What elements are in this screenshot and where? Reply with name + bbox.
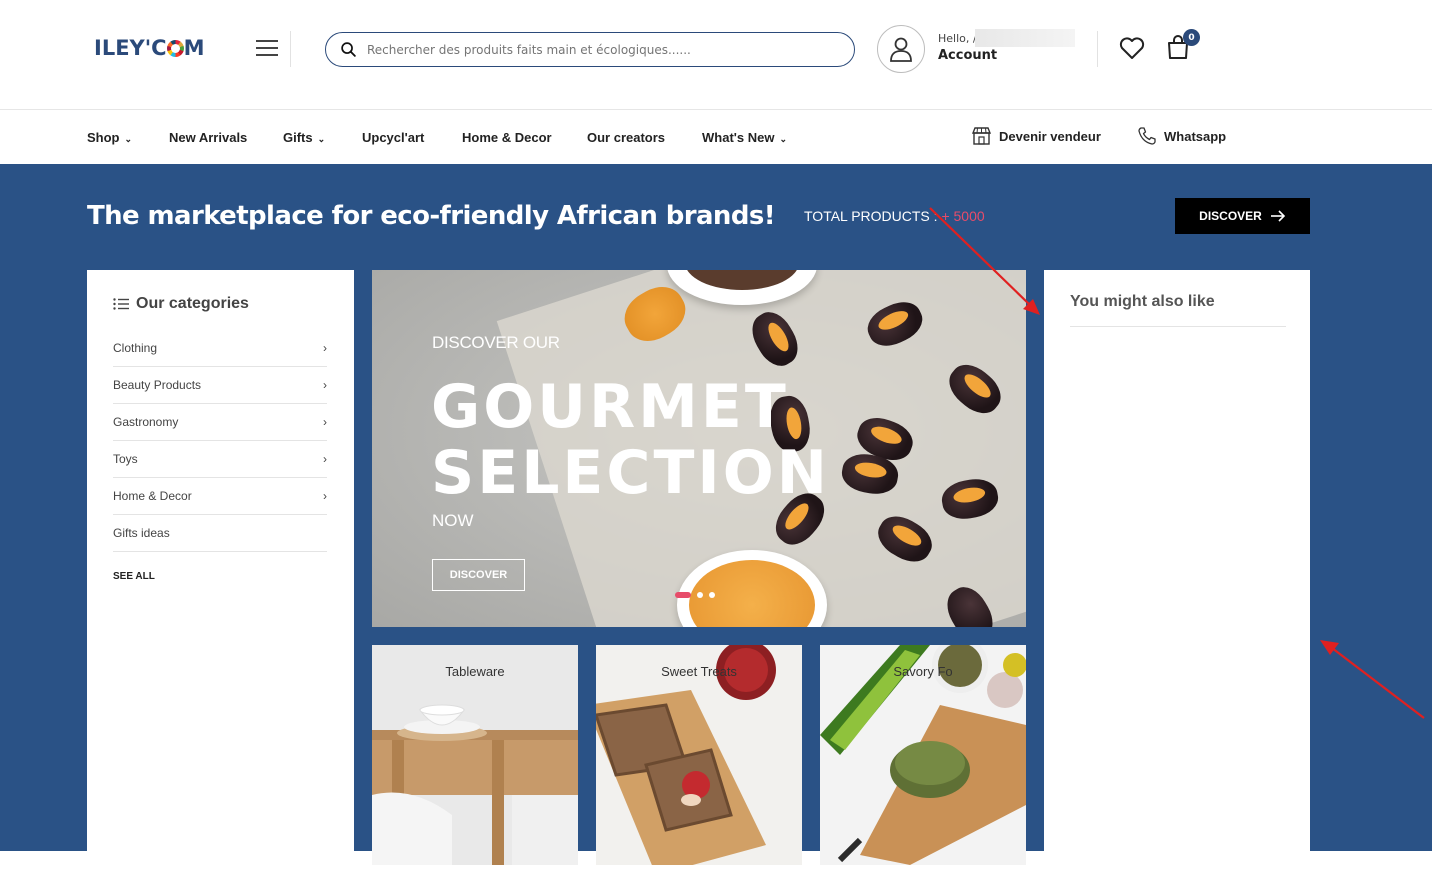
categories-panel: Our categories Clothing › Beauty Products… bbox=[87, 270, 354, 870]
chevron-down-icon: ⌄ bbox=[124, 134, 133, 144]
cart-count-badge: 0 bbox=[1183, 29, 1200, 46]
become-seller-link[interactable]: Devenir vendeur bbox=[971, 126, 1101, 146]
tile-label: Savory Fo bbox=[893, 664, 953, 679]
total-products-value: + 5000 bbox=[941, 208, 985, 224]
nav-our-creators[interactable]: Our creators bbox=[587, 130, 665, 145]
nav-new-arrivals[interactable]: New Arrivals bbox=[169, 130, 247, 145]
site-logo[interactable]: ILEY'C M bbox=[94, 36, 205, 60]
store-icon bbox=[971, 127, 992, 145]
search-bar[interactable] bbox=[325, 32, 855, 67]
username-redacted bbox=[975, 29, 1075, 47]
arrow-right-icon bbox=[1270, 210, 1285, 222]
total-products: TOTAL PRODUCTS : + 5000 bbox=[804, 208, 985, 224]
account-link[interactable]: Account bbox=[938, 48, 997, 63]
hero-title: The marketplace for eco-friendly African… bbox=[87, 201, 776, 231]
phone-icon bbox=[1138, 127, 1156, 145]
chevron-right-icon: › bbox=[323, 341, 327, 355]
slide-headline-line2: SELECTION bbox=[431, 438, 830, 508]
main-navigation: Shop ⌄ New Arrivals Gifts ⌄ Upcycl'art Hom… bbox=[0, 111, 1432, 164]
divider bbox=[290, 31, 291, 67]
category-tile-savory-food[interactable]: Savory Fo bbox=[820, 645, 1026, 865]
category-item-gastronomy[interactable]: Gastronomy › bbox=[113, 404, 327, 441]
slide-headline: GOURMET SELECTION bbox=[431, 374, 830, 506]
you-might-also-like-title: You might also like bbox=[1070, 293, 1215, 310]
hero-section: The marketplace for eco-friendly African… bbox=[0, 164, 1432, 870]
user-avatar-icon[interactable] bbox=[877, 25, 925, 73]
chevron-down-icon: ⌄ bbox=[317, 134, 326, 144]
you-might-also-like-panel: You might also like bbox=[1044, 270, 1310, 870]
tile-label: Tableware bbox=[445, 664, 505, 679]
slide-discover-button[interactable]: DISCOVER bbox=[432, 559, 525, 591]
category-item-home-decor[interactable]: Home & Decor › bbox=[113, 478, 327, 515]
chevron-right-icon: › bbox=[323, 452, 327, 466]
nav-shop[interactable]: Shop ⌄ bbox=[87, 130, 132, 145]
wishlist-heart-icon[interactable] bbox=[1119, 36, 1145, 64]
slider-dot-1[interactable] bbox=[675, 592, 691, 598]
hero-slider[interactable]: DISCOVER OUR GOURMET SELECTION NOW DISCO… bbox=[372, 270, 1026, 627]
nav-upcyclart[interactable]: Upcycl'art bbox=[362, 130, 424, 145]
divider bbox=[1070, 326, 1286, 327]
slider-dot-2[interactable] bbox=[697, 592, 703, 598]
logo-text: ILEY'C bbox=[94, 36, 167, 60]
menu-hamburger-icon[interactable] bbox=[256, 40, 278, 56]
site-header: ILEY'C M Hello, / Account 0 bbox=[0, 0, 1432, 110]
whatsapp-link[interactable]: Whatsapp bbox=[1137, 126, 1226, 146]
category-item-toys[interactable]: Toys › bbox=[113, 441, 327, 478]
chevron-right-icon: › bbox=[323, 415, 327, 429]
nav-gifts[interactable]: Gifts ⌄ bbox=[283, 130, 325, 145]
category-item-clothing[interactable]: Clothing › bbox=[113, 330, 327, 367]
hello-text: Hello, / bbox=[938, 32, 977, 45]
divider bbox=[1097, 31, 1098, 67]
slider-dot-3[interactable] bbox=[709, 592, 715, 598]
chevron-down-icon: ⌄ bbox=[779, 134, 787, 144]
see-all-link[interactable]: SEE ALL bbox=[113, 571, 155, 582]
tile-label: Sweet Treats bbox=[661, 664, 737, 679]
whatsapp-label: Whatsapp bbox=[1164, 128, 1227, 144]
nav-whats-new[interactable]: What's New ⌄ bbox=[702, 130, 787, 145]
category-item-gifts-ideas[interactable]: Gifts ideas bbox=[113, 515, 327, 552]
search-input[interactable] bbox=[367, 42, 837, 57]
discover-button[interactable]: DISCOVER bbox=[1175, 198, 1310, 234]
nav-home-decor[interactable]: Home & Decor bbox=[462, 130, 552, 145]
category-tile-sweet-treats[interactable]: Sweet Treats bbox=[596, 645, 802, 865]
chevron-right-icon: › bbox=[323, 489, 327, 503]
slide-now: NOW bbox=[432, 511, 474, 530]
become-seller-label: Devenir vendeur bbox=[999, 128, 1101, 144]
slider-pagination bbox=[675, 592, 715, 598]
list-icon bbox=[113, 298, 129, 310]
logo-sdg-wheel-icon bbox=[166, 40, 184, 57]
category-tile-tableware[interactable]: Tableware bbox=[372, 645, 578, 865]
category-item-beauty-products[interactable]: Beauty Products › bbox=[113, 367, 327, 404]
chevron-right-icon: › bbox=[323, 378, 327, 392]
search-icon[interactable] bbox=[340, 41, 357, 58]
slide-headline-line1: GOURMET bbox=[431, 372, 789, 442]
categories-heading: Our categories bbox=[113, 295, 249, 313]
slide-kicker: DISCOVER OUR bbox=[432, 333, 560, 352]
logo-text-tail: M bbox=[183, 36, 205, 60]
category-list: Clothing › Beauty Products › Gastronomy › T… bbox=[113, 330, 327, 552]
